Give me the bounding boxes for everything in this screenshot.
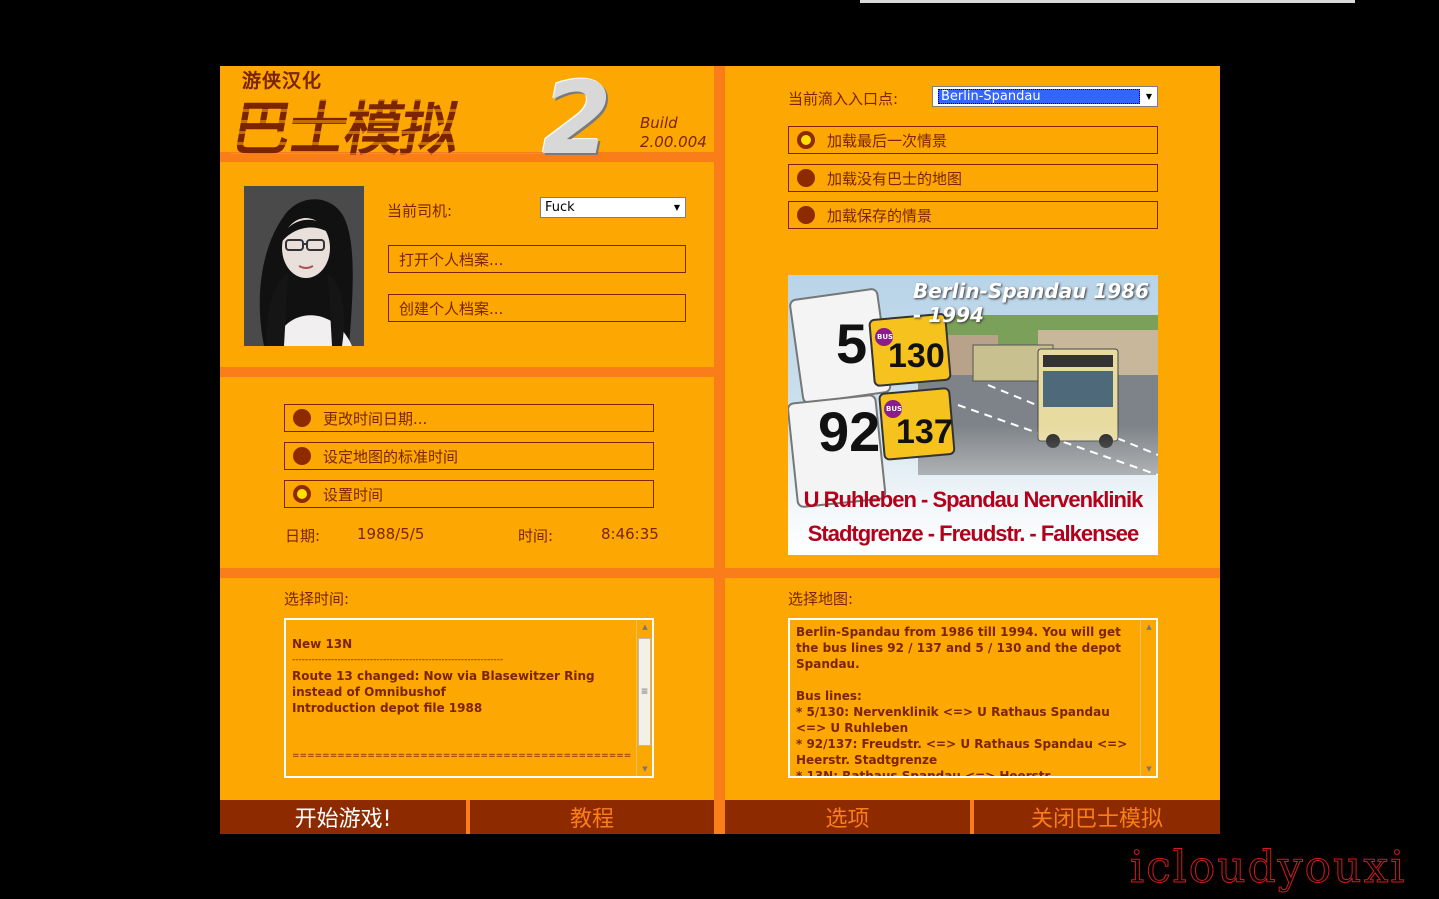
sign-number: 5	[836, 312, 868, 375]
driver-avatar	[244, 186, 364, 346]
text-line	[292, 732, 632, 748]
time-label: 时间:	[518, 527, 554, 545]
load-option-label: 加载没有巴士的地图	[827, 169, 963, 188]
date-label: 日期:	[285, 527, 321, 545]
open-profile-button[interactable]: 打开个人档案...	[388, 245, 686, 273]
create-profile-button[interactable]: 创建个人档案...	[388, 294, 686, 322]
driver-select-value: Fuck	[545, 200, 575, 215]
tutorial-button[interactable]: 教程	[470, 800, 714, 834]
text-line: Introduction depot file 1988	[292, 701, 483, 715]
time-option-set-time[interactable]: 设置时间	[284, 480, 654, 508]
build-label: Build	[640, 114, 678, 132]
start-game-button[interactable]: 开始游戏!	[220, 800, 466, 834]
text-line: Route 13 changed: Now via Blasewitzer Ri…	[292, 669, 599, 699]
build-info: Build 2.00.004	[640, 114, 707, 152]
sign-number: 130	[888, 337, 945, 375]
sign-number: 137	[896, 413, 953, 451]
sign-number: 92	[818, 400, 881, 463]
map-image-title: Berlin-Spandau 1986 - 1994	[913, 279, 1150, 327]
bus-badge: BUS	[877, 333, 894, 341]
entry-select[interactable]: Berlin-Spandau ▼	[932, 86, 1158, 107]
text-line: Berlin-Spandau from 1986 till 1994. You …	[796, 625, 1126, 671]
radio-button-icon[interactable]	[797, 206, 815, 224]
map-select-panel: 选择地图: Berlin-Spandau from 1986 till 1994…	[725, 578, 1220, 800]
scroll-thumb[interactable]: ≡	[638, 638, 651, 746]
load-option-label: 加载最后一次情景	[827, 131, 948, 150]
time-option-label: 更改时间日期...	[323, 409, 428, 428]
load-option-last-scenario[interactable]: 加载最后一次情景	[788, 126, 1158, 154]
text-line: * 92/137: Freudstr. <=> U Rathaus Spanda…	[796, 737, 1132, 767]
time-option-label: 设定地图的标准时间	[323, 447, 459, 466]
radio-button-icon[interactable]	[293, 447, 311, 465]
map-preview-image: Berlin-Spandau 1986 - 1994 5 130 92 137 …	[788, 275, 1158, 555]
main-menu-frame: 巴士模拟 游侠汉化 2 Build 2.00.004 当前司机: Fuck ▼ …	[220, 60, 1220, 834]
time-select-label: 选择时间:	[284, 590, 350, 608]
text-line: * 5/130: Nervenklinik <=> U Rathaus Span…	[796, 705, 1114, 735]
bus-badge: BUS	[886, 405, 903, 413]
text-line: Bus lines:	[796, 689, 862, 703]
options-button[interactable]: 选项	[725, 800, 970, 834]
time-option-map-standard[interactable]: 设定地图的标准时间	[284, 442, 654, 470]
text-line: New 13N	[292, 637, 353, 651]
logo-subtitle: 游侠汉化	[242, 70, 323, 92]
bottom-menu-bar: 开始游戏! 教程 选项 关闭巴士模拟	[220, 800, 1220, 834]
text-line: ========================================…	[292, 751, 632, 761]
map-image-line2: Stadtgrenze - Freudstr. - Falkensee	[807, 521, 1140, 546]
radio-button-selected-icon[interactable]	[797, 131, 815, 149]
text-line	[292, 716, 632, 732]
divider	[714, 800, 725, 834]
scroll-up-icon[interactable]: ▲	[1141, 620, 1156, 634]
time-description-box[interactable]: New 13N --------------------------------…	[284, 618, 654, 778]
text-line: * 13N: Rathaus Spandau <=> Heerstr. Stad…	[796, 769, 1054, 778]
driver-select[interactable]: Fuck ▼	[540, 197, 686, 218]
entry-label: 当前滴入入口点:	[788, 90, 899, 108]
load-option-saved-scenario[interactable]: 加载保存的情景	[788, 201, 1158, 229]
top-window-strip	[860, 0, 1355, 3]
load-option-label: 加载保存的情景	[827, 206, 933, 225]
logo-title: 巴士模拟	[227, 95, 464, 163]
radio-button-selected-icon[interactable]	[293, 485, 311, 503]
text-line: ----------------------------------------…	[292, 655, 504, 665]
scrollbar[interactable]: ▲ ▼	[1140, 620, 1156, 776]
scroll-up-icon[interactable]: ▲	[637, 620, 652, 634]
driver-label: 当前司机:	[387, 202, 453, 220]
entry-select-value: Berlin-Spandau	[938, 89, 1140, 104]
map-select-label: 选择地图:	[788, 590, 854, 608]
quit-button[interactable]: 关闭巴士模拟	[974, 800, 1220, 834]
entry-panel: 当前滴入入口点: Berlin-Spandau ▼ 加载最后一次情景 加载没有巴…	[725, 66, 1220, 568]
watermark: icloudyouxi	[1129, 842, 1407, 894]
driver-panel: 当前司机: Fuck ▼ 打开个人档案... 创建个人档案...	[220, 162, 714, 367]
scroll-down-icon[interactable]: ▼	[637, 762, 652, 776]
date-value: 1988/5/5	[357, 525, 425, 543]
radio-button-icon[interactable]	[293, 409, 311, 427]
text-line	[796, 672, 1136, 688]
logo-number: 2	[542, 60, 612, 177]
time-option-change-datetime[interactable]: 更改时间日期...	[284, 404, 654, 432]
time-panel: 更改时间日期... 设定地图的标准时间 设置时间 日期: 1988/5/5 时间…	[220, 377, 714, 568]
chevron-down-icon[interactable]: ▼	[669, 198, 685, 217]
scroll-down-icon[interactable]: ▼	[1141, 762, 1156, 776]
load-option-no-bus-map[interactable]: 加载没有巴士的地图	[788, 164, 1158, 192]
radio-button-icon[interactable]	[797, 169, 815, 187]
map-description-box[interactable]: Berlin-Spandau from 1986 till 1994. You …	[788, 618, 1158, 778]
time-value: 8:46:35	[601, 525, 659, 543]
chevron-down-icon[interactable]: ▼	[1141, 87, 1157, 106]
build-version: 2.00.004	[640, 133, 707, 151]
map-image-line1: U Ruhleben - Spandau Nervenklinik	[803, 487, 1144, 512]
time-option-label: 设置时间	[323, 485, 384, 504]
time-select-panel: 选择时间: New 13N --------------------------…	[220, 578, 714, 800]
scrollbar[interactable]: ▲ ≡ ▼	[636, 620, 652, 776]
logo-panel: 巴士模拟 游侠汉化 2 Build 2.00.004	[220, 60, 714, 177]
